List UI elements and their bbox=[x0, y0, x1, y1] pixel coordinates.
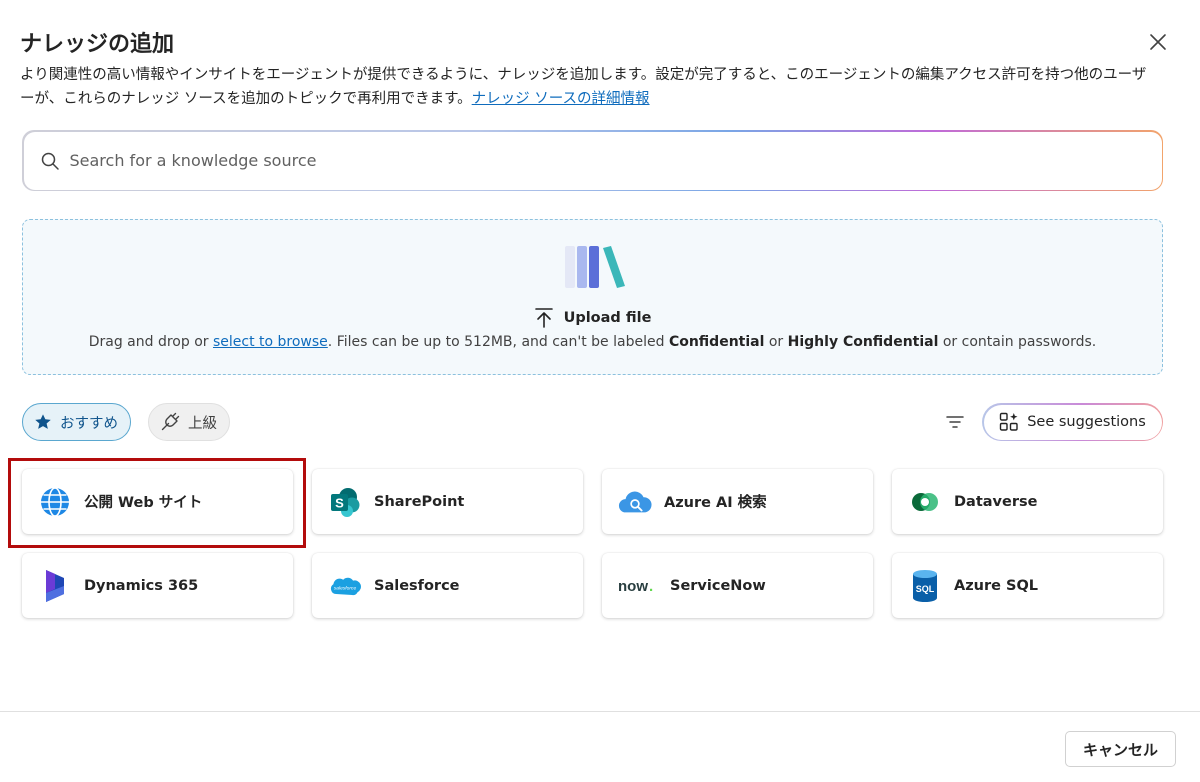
upload-title: Upload file bbox=[563, 310, 652, 326]
source-label: ServiceNow bbox=[670, 577, 766, 594]
upload-arrow-icon bbox=[534, 308, 553, 328]
filter-lines-icon bbox=[946, 416, 964, 428]
upload-file-button[interactable]: Upload file bbox=[23, 307, 1162, 329]
source-label: Dynamics 365 bbox=[84, 577, 199, 594]
dialog-description: より関連性の高い情報やインサイトをエージェントが提供できるように、ナレッジを追加… bbox=[20, 63, 1150, 111]
source-card-public-website[interactable]: 公開 Web サイト bbox=[22, 469, 293, 534]
filter-advanced-label: 上級 bbox=[188, 415, 217, 432]
knowledge-books-icon bbox=[563, 242, 627, 296]
details-link[interactable]: ナレッジ ソースの詳細情報 bbox=[472, 91, 650, 107]
star-icon bbox=[35, 414, 51, 429]
sharepoint-icon: S bbox=[328, 485, 362, 519]
search-box bbox=[22, 130, 1163, 191]
close-icon bbox=[1150, 34, 1166, 50]
servicenow-icon: now . bbox=[618, 569, 658, 603]
svg-text:.: . bbox=[649, 578, 653, 595]
filter-advanced[interactable]: 上級 bbox=[148, 403, 230, 441]
search-icon bbox=[41, 152, 59, 170]
sort-filter-button[interactable] bbox=[944, 412, 966, 432]
svg-text:now: now bbox=[618, 578, 648, 595]
salesforce-icon: salesforce bbox=[328, 569, 362, 603]
filter-recommended[interactable]: おすすめ bbox=[22, 403, 131, 441]
confidential-label: Confidential bbox=[668, 334, 765, 350]
upload-note: Drag and drop or select to browse. Files… bbox=[23, 334, 1162, 350]
upload-dropzone[interactable]: Upload file Drag and drop or select to b… bbox=[22, 219, 1163, 375]
svg-text:salesforce: salesforce bbox=[334, 585, 357, 591]
source-label: Dataverse bbox=[954, 493, 1038, 510]
see-suggestions-label: See suggestions bbox=[1027, 414, 1146, 430]
source-label: Azure AI 検索 bbox=[664, 495, 767, 511]
source-label: SharePoint bbox=[374, 493, 465, 510]
sparkle-grid-icon bbox=[999, 412, 1018, 431]
search-input[interactable] bbox=[69, 151, 970, 170]
svg-text:SQL: SQL bbox=[916, 584, 935, 594]
globe-icon bbox=[38, 485, 72, 519]
footer-divider bbox=[0, 711, 1200, 712]
see-suggestions-button[interactable]: See suggestions bbox=[982, 403, 1163, 441]
source-card-dataverse[interactable]: Dataverse bbox=[892, 469, 1163, 534]
source-label: Salesforce bbox=[374, 577, 460, 594]
cancel-button[interactable]: キャンセル bbox=[1065, 731, 1176, 767]
dataverse-icon bbox=[908, 485, 942, 519]
filter-recommended-label: おすすめ bbox=[60, 415, 118, 432]
dynamics-365-icon bbox=[38, 569, 72, 603]
source-card-salesforce[interactable]: salesforce Salesforce bbox=[312, 553, 583, 618]
upload-note-text: Drag and drop or bbox=[88, 334, 213, 350]
source-label: Azure SQL bbox=[954, 577, 1039, 594]
source-card-azure-ai-search[interactable]: Azure AI 検索 bbox=[602, 469, 873, 534]
azure-ai-search-icon bbox=[618, 485, 652, 519]
select-to-browse-link[interactable]: select to browse bbox=[213, 334, 328, 350]
plug-icon bbox=[161, 412, 180, 431]
close-button[interactable] bbox=[1146, 30, 1170, 54]
source-card-dynamics-365[interactable]: Dynamics 365 bbox=[22, 553, 293, 618]
source-card-sharepoint[interactable]: S SharePoint bbox=[312, 469, 583, 534]
source-card-azure-sql[interactable]: SQL Azure SQL bbox=[892, 553, 1163, 618]
upload-note-text: or bbox=[764, 334, 788, 350]
highly-confidential-label: Highly Confidential bbox=[787, 334, 939, 350]
dialog-title: ナレッジの追加 bbox=[20, 32, 175, 57]
azure-sql-icon: SQL bbox=[908, 569, 942, 603]
upload-note-text: . Files can be up to 512MB, and can't be… bbox=[327, 334, 669, 350]
source-card-servicenow[interactable]: now . ServiceNow bbox=[602, 553, 873, 618]
source-label: 公開 Web サイト bbox=[84, 495, 203, 511]
upload-note-text: or contain passwords. bbox=[938, 334, 1097, 350]
svg-text:S: S bbox=[335, 495, 344, 510]
